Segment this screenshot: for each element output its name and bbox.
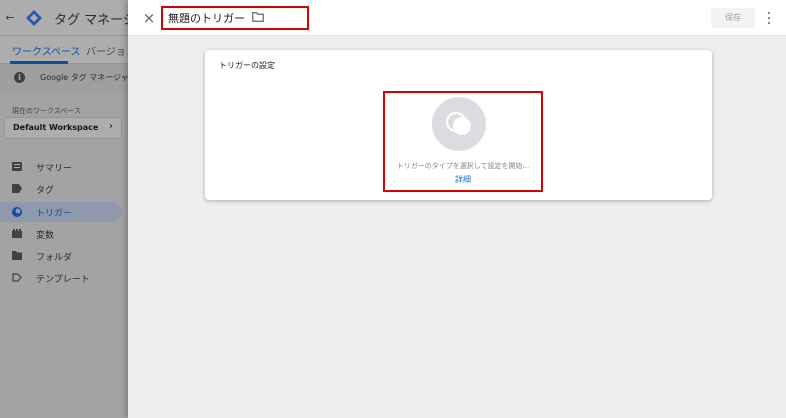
close-icon: × [142, 9, 156, 27]
select-trigger-hint: トリガーのタイプを選択して設定を開始... [396, 162, 530, 170]
close-button[interactable]: × [140, 8, 158, 28]
save-button[interactable]: 保存 [711, 8, 755, 28]
trigger-name-title[interactable]: 無題のトリガー [168, 10, 245, 26]
trigger-type-placeholder-icon [432, 97, 486, 151]
choose-trigger-type-button[interactable]: トリガーのタイプを選択して設定を開始... 詳細 [383, 91, 543, 192]
trigger-configuration-card: トリガーの設定 トリガーのタイプを選択して設定を開始... 詳細 [205, 50, 712, 200]
card-title: トリガーの設定 [219, 61, 275, 70]
learn-more-link[interactable]: 詳細 [385, 174, 541, 185]
folder-icon[interactable] [252, 12, 264, 22]
panel-header: × 無題のトリガー 保存 [128, 0, 786, 36]
trigger-editor-panel: × 無題のトリガー 保存 トリガーの設定 トリガーのタイプを選択して設定を開始.… [128, 0, 786, 418]
more-vert-icon[interactable] [763, 9, 775, 27]
